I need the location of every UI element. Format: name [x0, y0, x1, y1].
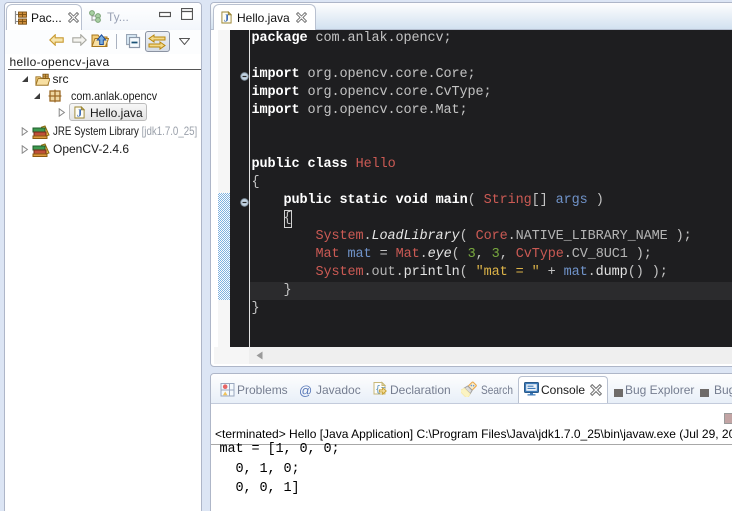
svg-text:J: J [76, 109, 81, 119]
svg-text:J: J [224, 14, 229, 24]
